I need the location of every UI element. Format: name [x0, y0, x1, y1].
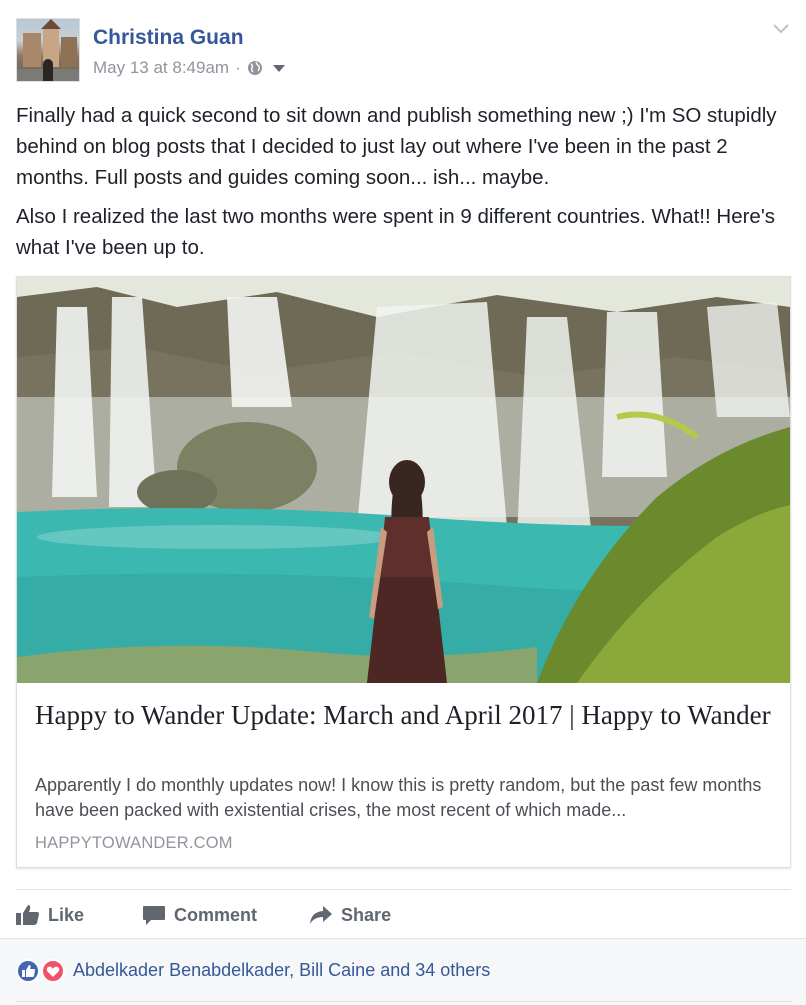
post-actions: Like Comment Share — [16, 897, 391, 933]
share-label: Share — [341, 904, 392, 925]
post-meta: May 13 at 8:49am · — [93, 57, 285, 79]
post-paragraph-2: Also I realized the last two months were… — [16, 205, 775, 259]
actions-divider — [16, 889, 791, 890]
link-title[interactable]: Happy to Wander Update: March and April … — [35, 699, 775, 732]
author-avatar[interactable] — [16, 18, 80, 82]
link-domain: HAPPYTOWANDER.COM — [35, 834, 233, 852]
feed-post: Christina Guan May 13 at 8:49am · Finall… — [0, 0, 806, 1005]
comment-button[interactable]: Comment — [142, 904, 257, 926]
reaction-icons[interactable] — [16, 959, 68, 983]
like-label: Like — [48, 904, 85, 925]
audience-caret-icon[interactable] — [272, 64, 285, 72]
comment-icon — [143, 906, 166, 925]
thumbs-up-icon — [16, 905, 39, 925]
reactions-summary-link[interactable]: Abdelkader Benabdelkader, Bill Caine and… — [73, 960, 490, 981]
chevron-down-icon[interactable] — [772, 22, 790, 36]
share-arrow-icon — [310, 906, 333, 924]
post-paragraph-1: Finally had a quick second to sit down a… — [16, 104, 777, 189]
link-description: Apparently I do monthly updates now! I k… — [35, 775, 762, 820]
timestamp-link[interactable]: May 13 at 8:49am — [93, 58, 229, 78]
like-button[interactable]: Like — [16, 904, 84, 926]
link-preview-image[interactable] — [17, 277, 790, 683]
comment-label: Comment — [174, 904, 258, 925]
like-reaction-icon — [16, 959, 40, 983]
share-button[interactable]: Share — [309, 905, 391, 926]
post-message: Finally had a quick second to sit down a… — [16, 100, 788, 271]
meta-separator: · — [235, 58, 241, 77]
bottom-divider — [16, 1001, 791, 1002]
love-reaction-icon — [41, 959, 65, 983]
link-preview-card[interactable]: Happy to Wander Update: March and April … — [16, 276, 791, 868]
globe-icon[interactable] — [247, 60, 263, 76]
author-name-link[interactable]: Christina Guan — [93, 26, 244, 50]
reactions-bar: Abdelkader Benabdelkader, Bill Caine and… — [0, 938, 806, 1005]
